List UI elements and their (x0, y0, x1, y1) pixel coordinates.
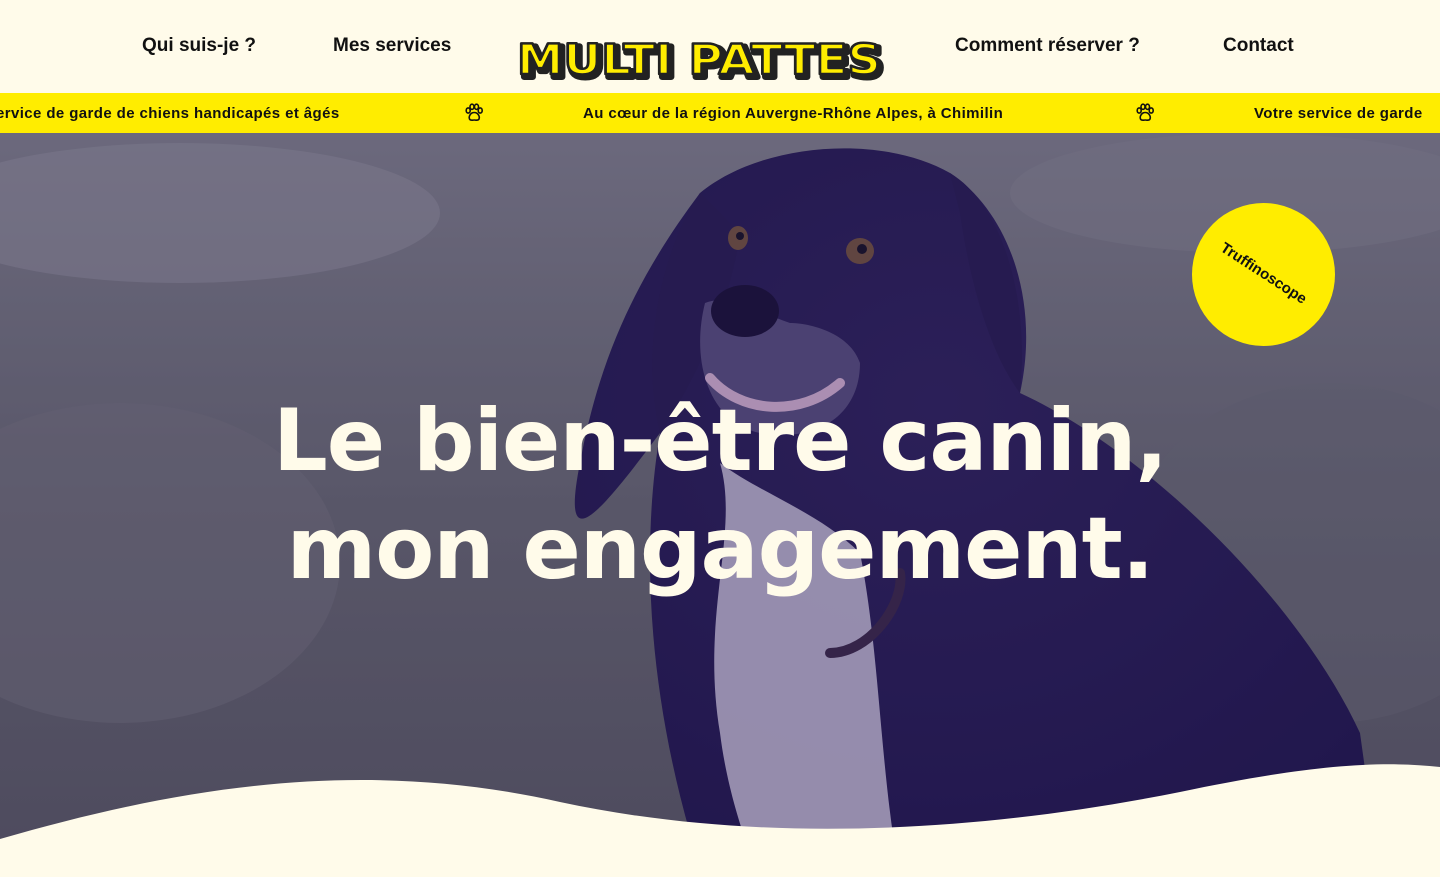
page: Qui suis-je ? Mes services MULTI PATTES … (0, 0, 1440, 877)
info-marquee: ervice de garde de chiens handicapés et … (0, 93, 1440, 133)
paw-icon (465, 103, 484, 122)
truffinoscope-badge[interactable]: Truffinoscope (1192, 203, 1335, 346)
hero-title-line-2: mon engagement. (286, 499, 1155, 599)
hero-title: Le bien-être canin, mon engagement. (0, 387, 1440, 603)
nav-link-mes-services[interactable]: Mes services (333, 35, 451, 57)
marquee-item: Au cœur de la région Auvergne-Rhône Alpe… (583, 105, 1004, 122)
logo-wordmark: MULTI PATTES MULTI PATTES (516, 35, 887, 83)
paw-icon (1136, 103, 1155, 122)
hero-title-line-1: Le bien-être canin, (272, 391, 1168, 491)
hero-wave-divider (0, 764, 1440, 877)
nav-link-qui-suis-je[interactable]: Qui suis-je ? (142, 35, 256, 57)
marquee-item: ervice de garde de chiens handicapés et … (0, 105, 340, 122)
hero-section: Le bien-être canin, mon engagement. Truf… (0, 133, 1440, 877)
nav-link-contact[interactable]: Contact (1223, 35, 1294, 57)
top-navigation: Qui suis-je ? Mes services MULTI PATTES … (0, 0, 1440, 93)
marquee-item: Votre service de garde (1254, 105, 1423, 122)
svg-text:MULTI PATTES: MULTI PATTES (517, 35, 881, 83)
nav-link-comment-reserver[interactable]: Comment réserver ? (955, 35, 1140, 57)
logo[interactable]: MULTI PATTES MULTI PATTES (514, 35, 892, 83)
truffinoscope-badge-label: Truffinoscope (1217, 239, 1310, 308)
